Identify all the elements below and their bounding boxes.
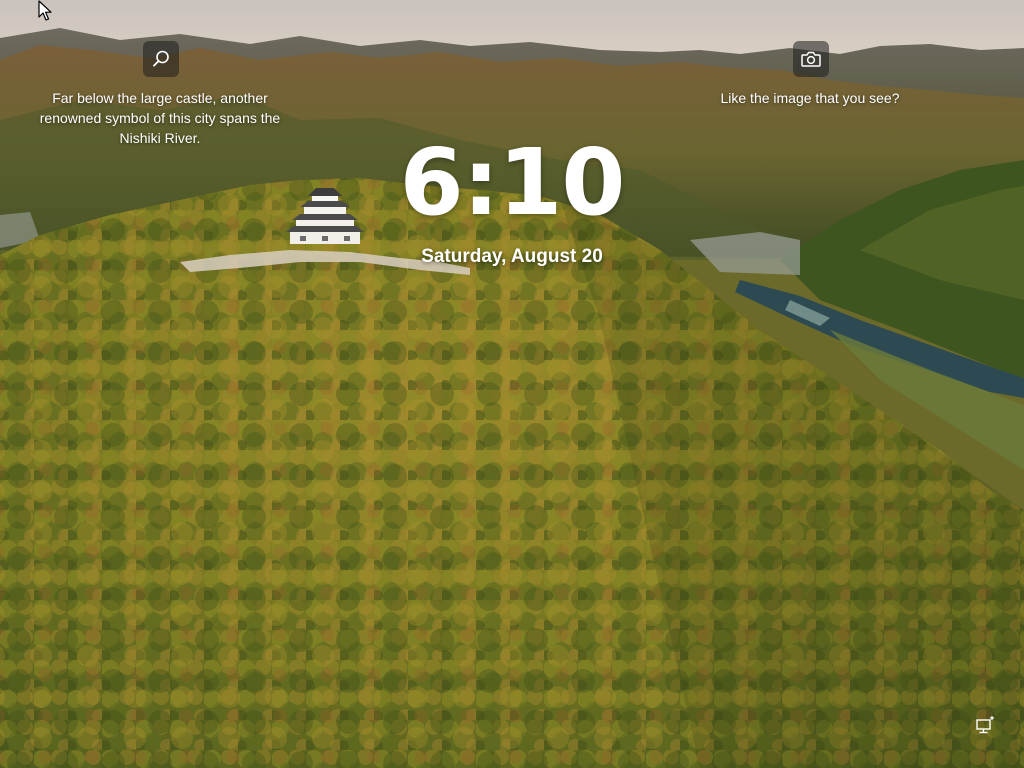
spotlight-like-button[interactable] bbox=[793, 41, 829, 77]
network-monitor-icon[interactable] bbox=[974, 716, 996, 736]
mouse-cursor-icon bbox=[38, 0, 52, 21]
lock-screen[interactable]: Far below the large castle, another reno… bbox=[0, 0, 1024, 768]
spotlight-info-button[interactable] bbox=[143, 41, 179, 77]
spotlight-info-text[interactable]: Far below the large castle, another reno… bbox=[30, 88, 290, 148]
search-icon bbox=[153, 50, 169, 67]
lock-screen-time: 6:10 bbox=[399, 129, 626, 236]
spotlight-like-text[interactable]: Like the image that you see? bbox=[690, 88, 930, 108]
camera-icon bbox=[801, 51, 821, 67]
lock-screen-date: Saturday, August 20 bbox=[421, 246, 603, 267]
